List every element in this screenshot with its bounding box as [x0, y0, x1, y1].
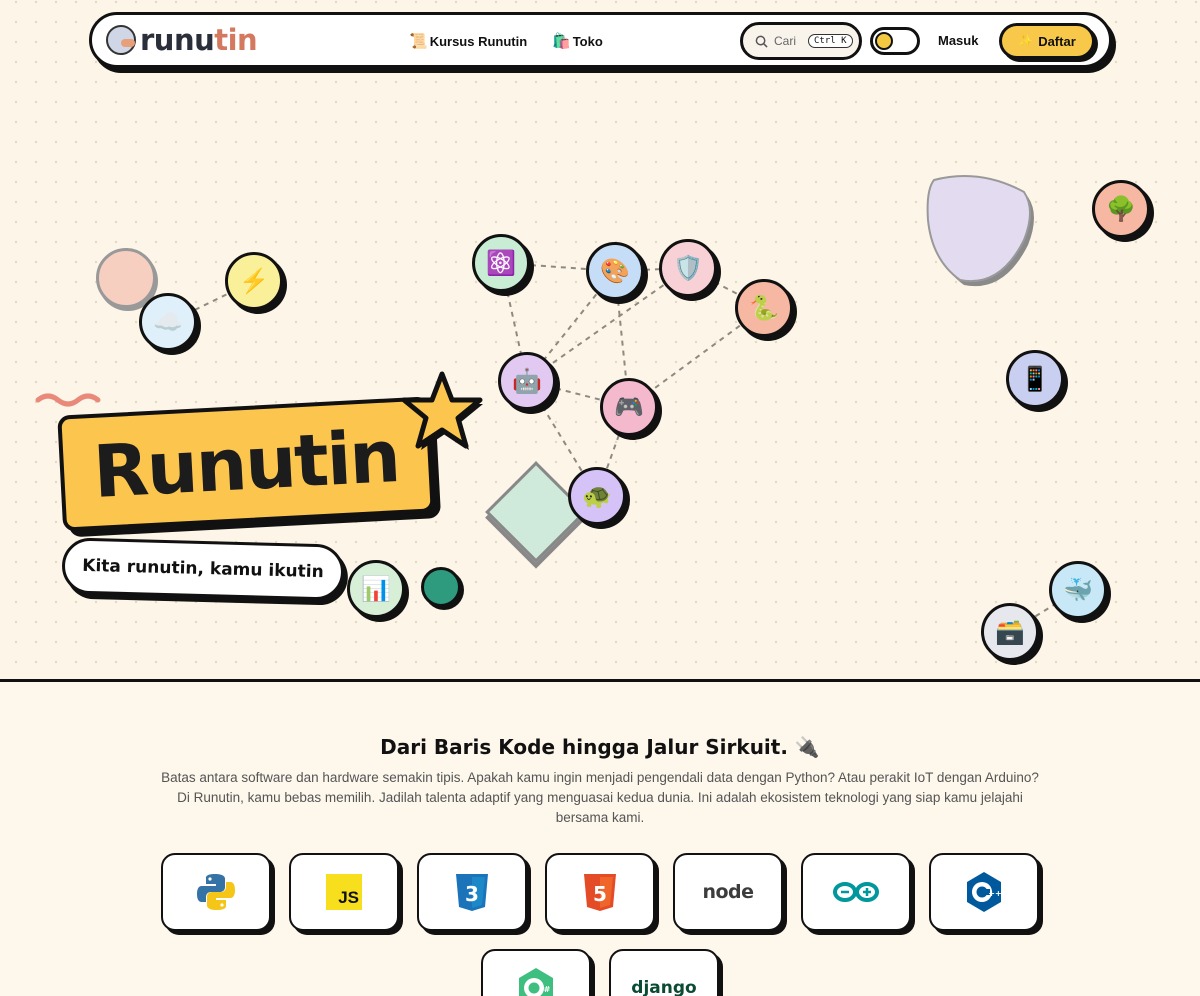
lavender-blob — [926, 175, 1034, 287]
css3-logo-icon: 3 — [456, 874, 488, 911]
lightning-icon: ⚡ — [239, 267, 269, 295]
snake-icon: 🐍 — [749, 294, 779, 322]
tech-card-python[interactable] — [161, 853, 271, 931]
robot-bubble: 🤖 — [498, 352, 556, 410]
tech-card-javascript[interactable]: JS — [289, 853, 399, 931]
nav-link-courses[interactable]: 📜 Kursus Runutin — [409, 32, 527, 50]
html5-logo-icon: 5 — [584, 874, 616, 911]
chart-bubble: 📊 — [347, 560, 405, 618]
sparkle-icon: ✨ — [1018, 34, 1034, 48]
palette-bubble: 🎨 — [586, 242, 644, 300]
section-description: Batas antara software dan hardware semak… — [161, 770, 1039, 825]
theme-toggle[interactable] — [870, 27, 920, 55]
tree-bubble: 🌳 — [1092, 180, 1150, 238]
shield-icon: 🛡️ — [673, 254, 703, 282]
nav-link-label: Toko — [572, 33, 603, 49]
lightning-bubble: ⚡ — [225, 252, 283, 310]
django-logo-icon: django — [631, 978, 697, 996]
search-icon — [755, 35, 768, 48]
search-label: Cari — [774, 34, 797, 48]
csharp-logo-icon: # — [519, 968, 553, 996]
nodejs-logo-icon: node — [702, 881, 754, 903]
palette-icon: 🎨 — [600, 257, 630, 285]
hero-tagline: Kita runutin, kamu ikutin — [61, 537, 345, 601]
tree-icon: 🌳 — [1106, 195, 1136, 223]
turtle-icon: 🐢 — [582, 482, 612, 510]
tech-card-arduino[interactable] — [801, 853, 911, 931]
search-shortcut: Ctrl K — [808, 34, 853, 48]
hero-section: ⚡ ☁️ ⚛️ 🎨 🛡️ 🐍 🤖 🎮 🐢 📊 🌳 📱 🐳 🗃️ Runutin … — [0, 0, 1200, 682]
register-button[interactable]: ✨ Daftar — [999, 23, 1095, 59]
whale-bubble: 🐳 — [1049, 561, 1107, 619]
hero-title: Runutin — [91, 414, 401, 514]
tech-card-django[interactable]: django — [609, 949, 719, 996]
sun-icon — [875, 32, 893, 50]
shield-bubble: 🛡️ — [659, 239, 717, 297]
peach-circle — [96, 248, 156, 308]
cloud-bubble: ☁️ — [139, 293, 197, 351]
svg-text:5: 5 — [593, 882, 607, 906]
svg-text:++: ++ — [988, 889, 1001, 898]
register-label: Daftar — [1038, 33, 1076, 49]
whale-icon: 🐳 — [1063, 576, 1093, 604]
chest-bubble: 🗃️ — [981, 603, 1039, 661]
tech-card-cplusplus[interactable]: ++ — [929, 853, 1039, 931]
brand-logo[interactable]: runutin — [106, 23, 258, 57]
snake-bubble: 🐍 — [735, 279, 793, 337]
login-link[interactable]: Masuk — [938, 33, 978, 48]
turtle-bubble: 🐢 — [568, 467, 626, 525]
tech-card-html5[interactable]: 5 — [545, 853, 655, 931]
chest-icon: 🗃️ — [995, 618, 1025, 646]
javascript-logo-icon: JS — [326, 874, 362, 910]
shopping-bags-icon: 🛍️ — [552, 33, 571, 50]
phone-bubble: 📱 — [1006, 350, 1064, 408]
hero-title-card: Runutin — [57, 396, 435, 532]
atom-icon: ⚛️ — [486, 249, 516, 277]
phone-icon: 📱 — [1020, 365, 1050, 393]
svg-text:3: 3 — [465, 882, 479, 906]
star-icon — [401, 371, 483, 450]
tech-card-css3[interactable]: 3 — [417, 853, 527, 931]
chart-icon: 📊 — [361, 575, 391, 603]
teal-circle — [421, 567, 461, 607]
svg-text:#: # — [544, 985, 551, 994]
search-button[interactable]: Cari Ctrl K — [740, 22, 862, 60]
gamepad-bubble: 🎮 — [600, 378, 658, 436]
scroll-icon: 📜 — [409, 33, 428, 50]
tech-card-nodejs[interactable]: node — [673, 853, 783, 931]
brand-name: runutin — [140, 23, 258, 57]
squiggle-shape — [35, 393, 101, 407]
atom-bubble: ⚛️ — [472, 234, 530, 292]
nav-link-label: Kursus Runutin — [429, 33, 528, 49]
robot-icon: 🤖 — [512, 367, 542, 395]
gamepad-icon: 🎮 — [614, 393, 644, 421]
cloud-icon: ☁️ — [153, 308, 183, 336]
section-title: Dari Baris Kode hingga Jalur Sirkuit. 🔌 — [380, 735, 820, 759]
cplusplus-logo-icon: ++ — [967, 872, 1002, 912]
nav-link-shop[interactable]: 🛍️ Toko — [552, 32, 603, 50]
arduino-logo-icon — [833, 882, 879, 902]
python-logo-icon — [197, 874, 235, 910]
mascot-icon — [106, 25, 136, 55]
top-navbar: runutin 📜 Kursus Runutin 🛍️ Toko Cari Ct… — [89, 12, 1112, 68]
tech-card-csharp[interactable]: # — [481, 949, 591, 996]
